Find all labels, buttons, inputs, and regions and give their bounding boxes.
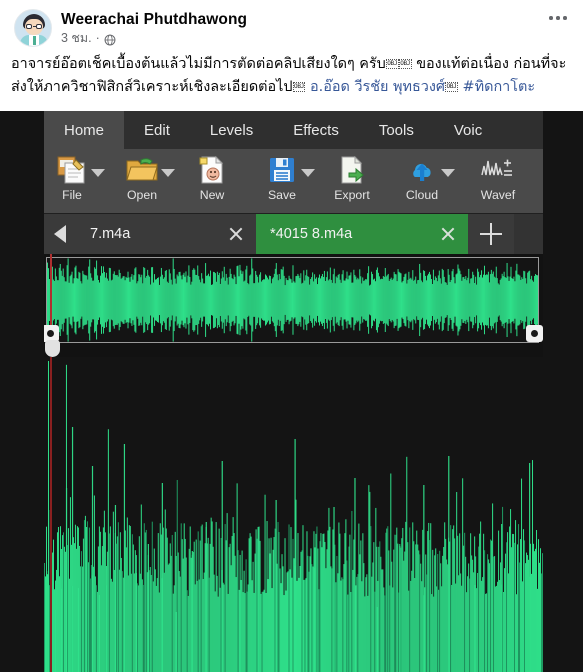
new-document-icon [184,153,240,187]
overview-selection-box[interactable] [46,257,539,343]
avatar-tie [32,36,36,45]
audio-editor-window: Home Edit Levels Effects Tools Voic File Open… [44,111,543,672]
tab-scroll-left-button[interactable] [44,214,76,254]
file-tab-active[interactable]: *4015 8.m4a [256,214,468,254]
avatar-glasses-left [26,24,32,29]
ribbon-button-cloud[interactable]: Cloud [394,153,455,202]
post-header: Weerachai Phutdhawong 3 ชม. · [0,0,583,47]
ribbon-tab-levels[interactable]: Levels [190,111,273,149]
chevron-down-icon[interactable] [91,169,105,177]
chevron-down-icon[interactable] [441,169,455,177]
chevron-down-icon[interactable] [301,169,315,177]
missing-glyph-box: OBJ [398,59,412,69]
file-tab-inactive[interactable]: 7.m4a [76,214,256,254]
ribbon-button-label: Open [126,188,158,202]
ribbon-tab-edit[interactable]: Edit [124,111,190,149]
post-body-text: อาจารย์อ๊อตเช็คเบื้องต้นแล้วไม่มีการตัดต… [0,47,583,99]
ribbon-tab-label: Voic [453,121,483,139]
ribbon-button-label: Cloud [405,188,439,202]
file-tab-strip: 7.m4a *4015 8.m4a [44,213,543,254]
waveform-overview-panel[interactable] [44,254,543,357]
ribbon-tab-bar: Home Edit Levels Effects Tools Voic [44,111,543,149]
export-document-icon [324,153,380,187]
plus-icon [480,223,502,245]
ribbon-button-label: Export [334,188,370,202]
missing-glyph-box: OBJ [292,82,306,92]
ellipsis-dot [549,16,553,20]
ribbon-button-label: File [62,188,82,202]
file-tab-label: *4015 8.m4a [270,226,353,242]
post-meta-separator: · [95,31,100,45]
main-waveform-graphic [44,361,543,672]
post-author-name[interactable]: Weerachai Phutdhawong [61,10,247,29]
chevron-down-icon[interactable] [161,169,175,177]
close-icon[interactable] [438,224,458,244]
ribbon-button-save[interactable]: Save [254,153,315,202]
post-meta: Weerachai Phutdhawong 3 ชม. · [61,9,247,47]
ellipsis-dot [563,16,567,20]
ribbon-button-open[interactable]: Open [114,153,175,202]
missing-glyph-box: OBJ [385,59,399,69]
ribbon-tab-home[interactable]: Home [44,111,125,149]
close-icon[interactable] [226,224,246,244]
post-text-run: อาจารย์อ๊อตเช็คเบื้องต้นแล้วไม่มีการตัดต… [11,56,386,72]
ribbon-tab-label: Levels [209,121,254,139]
chevron-left-icon [54,225,66,243]
post-hashtag-link[interactable]: #ทิดกาโตะ [458,79,536,95]
ribbon-tab-voic[interactable]: Voic [434,111,502,149]
avatar-glasses-right [36,24,42,29]
missing-glyph-box: OBJ [445,82,458,92]
waveform-icon [464,153,532,187]
overview-waveform-graphic [47,258,538,342]
main-waveform-panel[interactable] [44,357,543,672]
ribbon-tab-label: Effects [293,121,339,139]
main-playhead-line [50,357,52,672]
post-timestamp[interactable]: 3 ชม. [61,30,92,47]
ribbon-button-label: New [199,188,225,202]
ribbon-tab-tools[interactable]: Tools [359,111,434,149]
ribbon-tab-label: Edit [144,121,170,139]
ribbon-button-label: Wavef [480,188,516,202]
audio-editor-screenshot: Home Edit Levels Effects Tools Voic File Open… [0,111,583,672]
post-submeta: 3 ชม. · [61,30,247,47]
playhead-marker[interactable] [45,340,60,357]
globe-icon [104,34,116,46]
ellipsis-dot [556,16,560,20]
overview-right-handle[interactable] [526,325,543,342]
ribbon-toolbar: File Open New Save Export Cloud Wavef [44,149,543,213]
ribbon-button-wavef[interactable]: Wavef [464,153,532,202]
ribbon-button-export[interactable]: Export [324,153,380,202]
ribbon-button-file[interactable]: File [44,153,105,202]
new-tab-button[interactable] [468,214,514,254]
facebook-post: Weerachai Phutdhawong 3 ชม. · อาจารย์อ๊อ… [0,0,583,111]
avatar[interactable] [14,9,52,47]
ribbon-tab-label: Home [64,121,105,139]
ribbon-button-label: Save [267,188,297,202]
avatar-glasses-bridge [32,26,36,28]
ribbon-tab-effects[interactable]: Effects [273,111,359,149]
post-options-menu[interactable] [549,16,567,20]
ribbon-button-new[interactable]: New [184,153,240,202]
ribbon-tab-label: Tools [378,121,414,139]
post-mention-link[interactable]: อ.อ๊อด วีรชัย พุทธวงศ์ [305,79,445,95]
file-tab-label: 7.m4a [90,226,131,242]
